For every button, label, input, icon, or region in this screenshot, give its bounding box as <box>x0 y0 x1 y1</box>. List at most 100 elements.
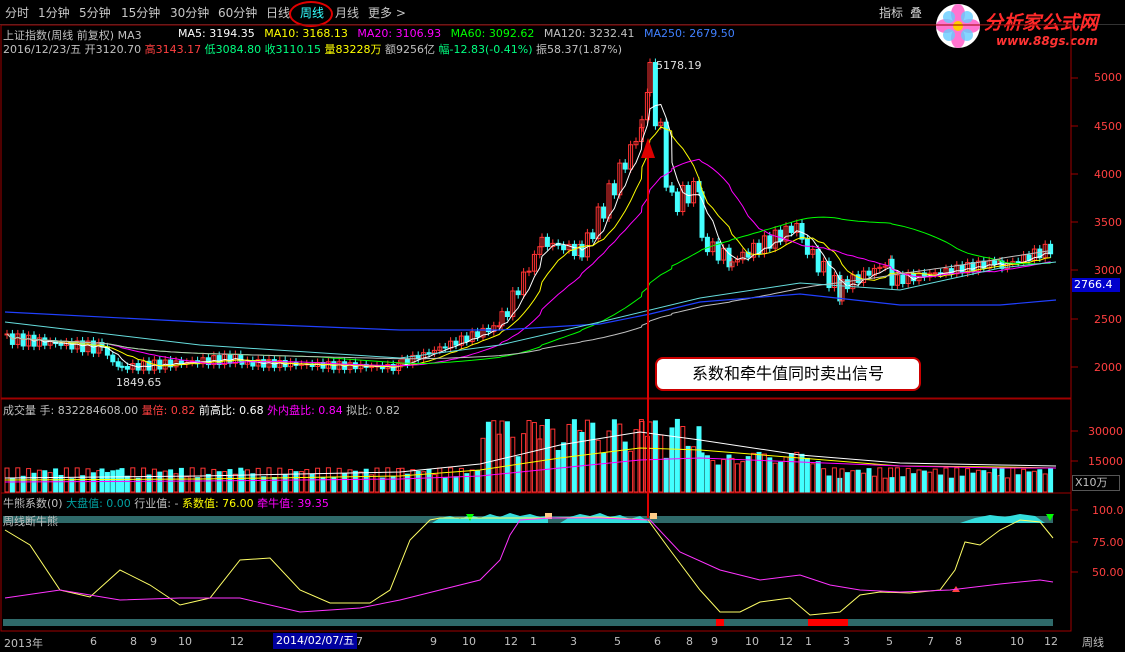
candle-body <box>227 353 233 364</box>
x-axis-label: 9 <box>430 635 437 648</box>
candle-body <box>369 366 375 369</box>
volume-bar <box>374 467 380 493</box>
volume-bars <box>4 418 1057 493</box>
candle-body <box>58 343 64 346</box>
volume-bar <box>453 476 459 493</box>
candle-body <box>453 340 459 346</box>
volume-bar <box>970 472 976 493</box>
volume-bar <box>788 453 794 493</box>
volume-bar <box>130 467 136 493</box>
volume-bar <box>369 474 375 493</box>
volume-bar <box>85 468 91 493</box>
volume-bar <box>921 470 927 493</box>
x-axis-label: 8 <box>130 635 137 648</box>
indicator-panel-frame <box>0 492 1072 632</box>
volume-bar <box>232 473 238 493</box>
volume-bar <box>410 469 416 493</box>
volume-bar <box>810 463 816 493</box>
volume-bar <box>916 469 922 493</box>
volume-bar <box>617 423 623 493</box>
volume-bar <box>352 470 358 493</box>
candle-body <box>652 62 658 127</box>
volume-bar <box>496 433 502 493</box>
candle-body <box>704 236 710 253</box>
volume-bar <box>282 473 288 493</box>
volume-bar <box>304 469 310 493</box>
bull-value-line <box>4 517 1054 613</box>
volume-bar <box>850 470 856 493</box>
volume-bar <box>965 468 971 493</box>
volume-bar <box>685 445 691 493</box>
volume-bar <box>821 468 827 493</box>
candle-body <box>959 264 965 274</box>
volume-bar <box>1048 467 1054 493</box>
volume-bar <box>740 461 746 493</box>
candle-body <box>699 191 705 238</box>
volume-bar <box>222 471 228 493</box>
candle-body <box>669 185 675 193</box>
prev-high-ratio: 前高比: 0.68 <box>198 404 268 417</box>
candle-body <box>124 366 130 370</box>
volume-bar <box>58 474 64 493</box>
y-label-4500: 4500 <box>1094 120 1122 133</box>
volume-bar <box>1004 477 1010 493</box>
candle-body <box>992 260 998 265</box>
candle-body <box>778 229 784 242</box>
volume-bar <box>778 461 784 493</box>
indicator-header: 牛熊系数(0) 大盘值: 0.00 行业值: - 系数值: 76.00 牵牛值:… <box>3 495 329 511</box>
volume-bar <box>699 452 705 493</box>
x-axis-label: 12 <box>504 635 518 648</box>
volume-bar <box>721 458 727 493</box>
volume-header: 成交量 手: 832284608.00 量倍: 0.82 前高比: 0.68 外… <box>3 402 400 418</box>
volume-bar <box>992 468 998 493</box>
candle-body <box>788 225 794 233</box>
x-axis-label: 1 <box>805 635 812 648</box>
volume-bar <box>146 474 152 493</box>
volume-bar <box>1042 473 1048 493</box>
vol-label-30000: 30000 <box>1088 425 1123 438</box>
volume-bar <box>69 478 75 493</box>
candle-body <box>110 354 116 363</box>
candlesticks <box>4 58 1054 375</box>
volume-bar <box>293 471 299 493</box>
volume-bar <box>1037 469 1043 493</box>
vol-label-15000: 15000 <box>1088 455 1123 468</box>
ind-label-75: 75.00 <box>1092 536 1124 549</box>
x-axis-label: 12 <box>1044 635 1058 648</box>
kline-chart[interactable] <box>0 0 1125 652</box>
y-label-5000: 5000 <box>1094 71 1122 84</box>
candle-body <box>526 270 532 273</box>
volume-bar <box>975 469 981 493</box>
volume-bar <box>831 467 837 493</box>
volume-bar <box>745 456 751 493</box>
volume-bar <box>426 468 432 493</box>
volume-bar <box>475 470 481 493</box>
candle-body <box>475 331 481 338</box>
ind-label-100: 100.0 <box>1092 504 1124 517</box>
candle-body <box>601 206 607 219</box>
volume-bar <box>590 422 596 493</box>
sell-signal-callout: 系数和牵牛值同时卖出信号 <box>655 357 921 391</box>
volume-bar <box>550 428 556 493</box>
volume-ratio: 量倍: 0.82 <box>141 404 199 417</box>
volume-bar <box>124 475 130 493</box>
volume-bar <box>90 472 96 493</box>
volume-bar <box>135 477 141 493</box>
ma60-line <box>6 216 1051 365</box>
volume-bar <box>889 477 895 493</box>
candle-body <box>663 121 669 188</box>
volume-bar <box>1026 471 1032 493</box>
volume-bar <box>999 467 1005 493</box>
x-axis-label: 5 <box>614 635 621 648</box>
volume-bar <box>815 461 821 493</box>
volume-bar <box>141 467 147 493</box>
volume-bar <box>611 419 617 493</box>
candle-body <box>464 335 470 343</box>
volume-bar <box>178 467 184 493</box>
candle-body <box>119 365 125 368</box>
indicator-name: 牛熊系数(0) <box>3 497 67 510</box>
candle-body <box>900 274 906 285</box>
volume-bar <box>104 471 110 493</box>
volume-bar <box>595 439 601 493</box>
volume-bar <box>584 419 590 493</box>
